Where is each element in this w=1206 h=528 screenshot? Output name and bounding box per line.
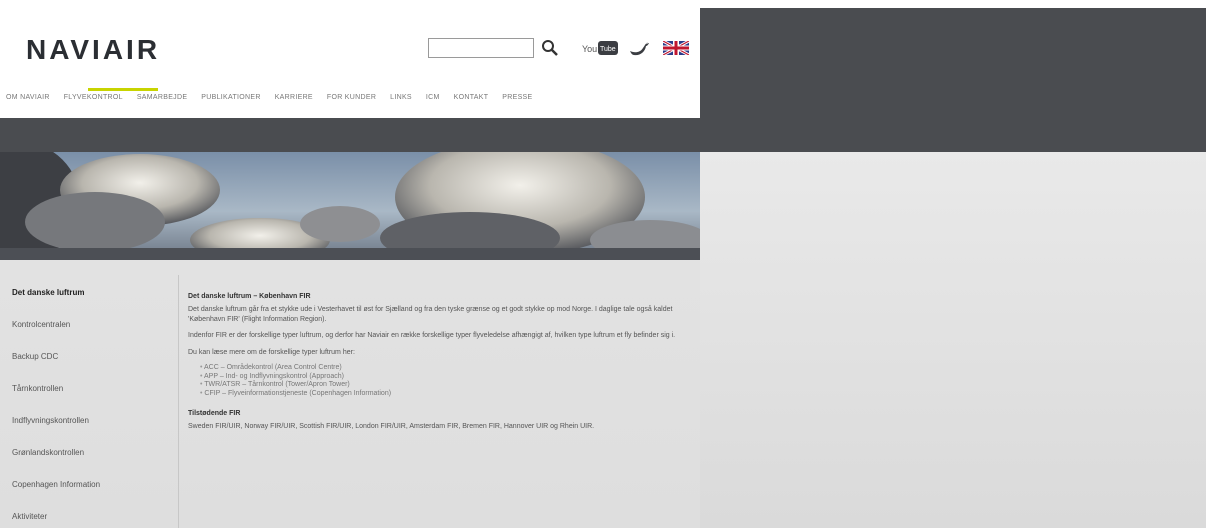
nav-item-publikationer[interactable]: PUBLIKATIONER	[201, 94, 260, 110]
intro-paragraph: Det danske luftrum går fra et stykke ude…	[188, 306, 673, 323]
sidebar-divider	[178, 275, 179, 528]
list-item[interactable]: CFIP – Flyveinformationstjeneste (Copenh…	[200, 390, 688, 399]
nav-item-presse[interactable]: PRESSE	[502, 94, 532, 110]
nav-item-for-kunder[interactable]: FOR KUNDER	[327, 94, 376, 110]
youtube-icon[interactable]: You Tube	[582, 40, 618, 56]
sidebar-item-groenlandskontrollen[interactable]: Grønlandskontrollen	[12, 448, 84, 457]
sidebar-item-indflyvningskontrollen[interactable]: Indflyvningskontrollen	[12, 416, 89, 425]
section-heading: Tilstødende FIR	[188, 410, 241, 417]
search-icon[interactable]	[540, 38, 560, 58]
airspace-paragraph: Indenfor FIR er der forskellige typer lu…	[188, 332, 676, 339]
naviair-logo[interactable]: NAVIAIR	[26, 34, 160, 66]
sidebar-item-det-danske-luftrum[interactable]: Det danske luftrum	[12, 288, 84, 297]
search-input[interactable]	[428, 38, 534, 58]
page-background-right	[700, 152, 1206, 528]
nav-item-links[interactable]: LINKS	[390, 94, 412, 110]
sky-banner-image	[0, 152, 700, 260]
svg-text:Tube: Tube	[600, 46, 616, 53]
nav-item-flyvekontrol[interactable]: FLYVEKONTROL	[64, 94, 123, 110]
main-nav: OM NAVIAIR FLYVEKONTROL SAMARBEJDE PUBLI…	[6, 94, 700, 110]
read-more-paragraph: Du kan læse mere om de forskellige typer…	[188, 348, 355, 356]
nav-item-icm[interactable]: ICM	[426, 94, 440, 110]
nav-item-karriere[interactable]: KARRIERE	[275, 94, 313, 110]
sidebar-item-copenhagen-information[interactable]: Copenhagen Information	[12, 480, 100, 489]
list-item[interactable]: TWR/ATSR – Tårnkontrol (Tower/Apron Towe…	[200, 381, 688, 390]
airspace-types-list: ACC – Områdekontrol (Area Control Centre…	[200, 364, 688, 398]
main-content: Det danske luftrum – København FIR Det d…	[188, 293, 688, 439]
sidebar-item-kontrolcentralen[interactable]: Kontrolcentralen	[12, 320, 70, 329]
list-item[interactable]: APP – Ind- og Indflyvningskontrol (Appro…	[200, 373, 688, 382]
nav-item-kontakt[interactable]: KONTAKT	[454, 94, 489, 110]
nav-item-om-naviair[interactable]: OM NAVIAIR	[6, 94, 50, 110]
svg-text:You: You	[582, 44, 597, 54]
sidebar-item-backup-cdc[interactable]: Backup CDC	[12, 352, 58, 361]
nav-active-indicator	[88, 88, 158, 91]
top-strip	[0, 0, 1206, 8]
adjacent-fir-paragraph: Sweden FIR/UIR, Norway FIR/UIR, Scottish…	[188, 423, 595, 430]
side-menu: Det danske luftrum Kontrolcentralen Back…	[0, 266, 176, 528]
list-item[interactable]: ACC – Områdekontrol (Area Control Centre…	[200, 364, 688, 373]
site-header: NAVIAIR You Tube OM NAVIAIR FLYVEKONTROL…	[0, 8, 700, 118]
uk-flag-icon[interactable]	[663, 41, 689, 55]
sidebar-item-aktiviteter[interactable]: Aktiviteter	[12, 512, 47, 521]
sidebar-item-taarnkontrollen[interactable]: Tårnkontrollen	[12, 384, 63, 393]
twitter-icon[interactable]	[628, 39, 650, 57]
nav-item-samarbejde[interactable]: SAMARBEJDE	[137, 94, 187, 110]
page-title: Det danske luftrum – København FIR	[188, 293, 311, 300]
